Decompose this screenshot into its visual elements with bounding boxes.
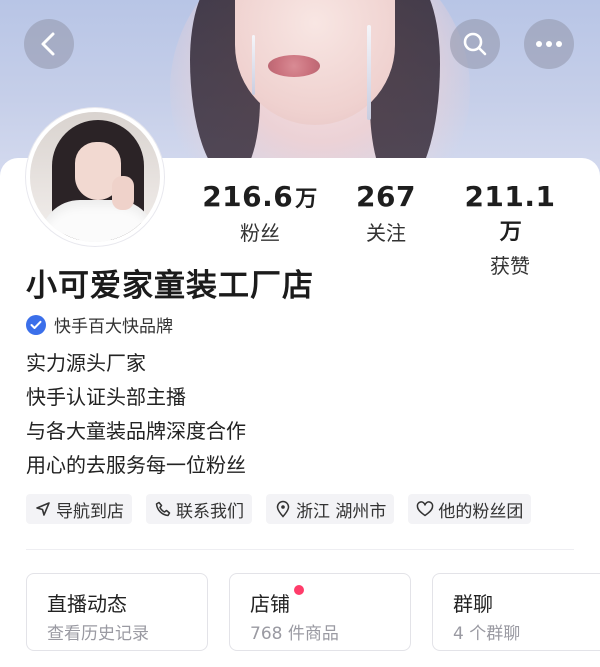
avatar[interactable] bbox=[26, 108, 164, 246]
stat-label: 关注 bbox=[366, 221, 406, 245]
verification-badge[interactable]: 快手百大快品牌 bbox=[26, 312, 173, 337]
navigation-arrow-icon bbox=[34, 500, 52, 518]
tag-label: 联系我们 bbox=[176, 501, 244, 522]
more-horizontal-icon bbox=[536, 41, 562, 47]
stat-value: 211.1 bbox=[464, 180, 556, 213]
stat-label: 粉丝 bbox=[240, 221, 280, 245]
tag-location[interactable]: 浙江 湖州市 bbox=[266, 494, 395, 524]
location-pin-icon bbox=[274, 500, 292, 518]
verification-text: 快手百大快品牌 bbox=[54, 317, 173, 337]
entry-live-history[interactable]: 直播动态 查看历史记录 bbox=[26, 573, 208, 651]
tag-label: 浙江 湖州市 bbox=[296, 501, 387, 522]
stat-label: 获赞 bbox=[490, 254, 530, 278]
verified-check-icon bbox=[26, 314, 46, 335]
bio-line: 实力源头厂家 bbox=[26, 351, 146, 375]
search-button[interactable] bbox=[450, 19, 500, 69]
stat-value: 267 bbox=[356, 180, 416, 213]
entry-title: 群聊 bbox=[453, 592, 493, 616]
entry-title: 直播动态 bbox=[47, 592, 127, 616]
bio-line: 与各大童装品牌深度合作 bbox=[26, 419, 246, 443]
divider bbox=[26, 549, 574, 550]
entry-subtitle: 4 个群聊 bbox=[453, 624, 521, 644]
entry-title: 店铺 bbox=[250, 592, 290, 616]
tag-contact-us[interactable]: 联系我们 bbox=[146, 494, 252, 524]
bio: 实力源头厂家 快手认证头部主播 与各大童装品牌深度合作 用心的去服务每一位粉丝 bbox=[26, 346, 246, 482]
tag-label: 他的粉丝团 bbox=[438, 501, 524, 522]
more-button[interactable] bbox=[524, 19, 574, 69]
entry-subtitle: 768 件商品 bbox=[250, 624, 339, 644]
bio-line: 用心的去服务每一位粉丝 bbox=[26, 453, 246, 477]
tag-fan-group[interactable]: 他的粉丝团 bbox=[408, 494, 532, 524]
back-button[interactable] bbox=[24, 19, 74, 69]
tag-label: 导航到店 bbox=[56, 501, 124, 522]
stat-following[interactable]: 267 关注 bbox=[350, 180, 422, 246]
stat-likes[interactable]: 211.1 万 获赞 bbox=[455, 180, 565, 279]
shop-name: 小可爱家童装工厂店 bbox=[26, 268, 314, 304]
entry-subtitle: 查看历史记录 bbox=[47, 624, 149, 644]
stat-value: 216.6 bbox=[202, 180, 294, 213]
phone-icon bbox=[154, 500, 172, 518]
stat-unit: 万 bbox=[499, 220, 523, 245]
search-icon bbox=[463, 32, 487, 56]
stat-followers[interactable]: 216.6万 粉丝 bbox=[202, 180, 318, 246]
entry-store[interactable]: 店铺 768 件商品 bbox=[229, 573, 411, 651]
info-tags: 导航到店 联系我们 浙江 湖州市 他的粉丝团 bbox=[26, 494, 545, 524]
bio-line: 快手认证头部主播 bbox=[26, 385, 186, 409]
heart-icon bbox=[416, 500, 434, 518]
notification-dot bbox=[294, 585, 304, 595]
entry-group-chat[interactable]: 群聊 4 个群聊 bbox=[432, 573, 600, 651]
tag-navigate-to-store[interactable]: 导航到店 bbox=[26, 494, 132, 524]
chevron-left-icon bbox=[41, 32, 55, 56]
stat-unit: 万 bbox=[295, 187, 318, 212]
